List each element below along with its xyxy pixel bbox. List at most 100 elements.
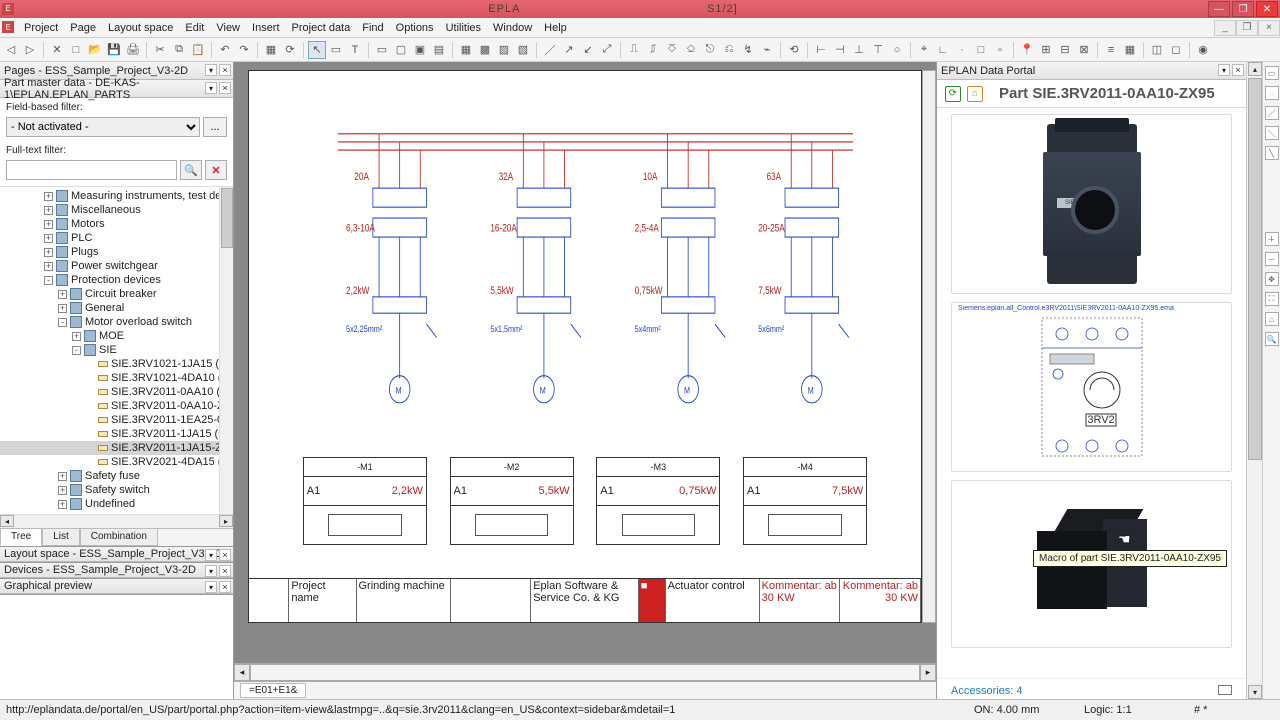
tb-refresh[interactable]: ⟲ <box>785 41 803 59</box>
tree-node[interactable]: +Plugs <box>0 245 233 259</box>
panel-header-layout-space[interactable]: Layout space - ESS_Sample_Project_V3-2D … <box>0 546 233 562</box>
tb-line3[interactable]: ↙ <box>579 41 597 59</box>
tree-leaf[interactable]: SIE.3RV2011-1EA25-0 <box>0 413 233 427</box>
tree-leaf[interactable]: SIE.3RV1021-1JA15 (M <box>0 357 233 371</box>
menu-insert[interactable]: Insert <box>246 20 286 36</box>
menu-help[interactable]: Help <box>538 20 573 36</box>
tb-rect3[interactable]: ▣ <box>411 41 429 59</box>
tb-prev[interactable]: ◁ <box>2 41 20 59</box>
tb-cap[interactable]: ⊢ <box>812 41 830 59</box>
pin-icon[interactable]: ▾ <box>205 64 217 76</box>
expander-icon[interactable]: + <box>58 472 67 481</box>
tb-g3[interactable]: ▨ <box>495 41 513 59</box>
hscroll-right[interactable]: ▸ <box>920 664 936 681</box>
tb-redo[interactable]: ↷ <box>235 41 253 59</box>
accessories-link[interactable]: Accessories: 4 <box>951 685 1023 697</box>
rtool-5[interactable]: ╲ <box>1265 146 1279 160</box>
scroll-down-icon[interactable]: ▾ <box>1248 685 1262 699</box>
tb-undo[interactable]: ↶ <box>216 41 234 59</box>
expander-icon[interactable]: - <box>44 276 53 285</box>
tree-node[interactable]: +Circuit breaker <box>0 287 233 301</box>
tb-cont[interactable]: ⊤ <box>869 41 887 59</box>
tree-node[interactable]: +Safety fuse <box>0 469 233 483</box>
menu-window[interactable]: Window <box>487 20 538 36</box>
tb-w3[interactable]: ⎏ <box>663 41 681 59</box>
tb-new[interactable]: □ <box>67 41 85 59</box>
tb-x2[interactable]: ⊟ <box>1056 41 1074 59</box>
expander-icon[interactable]: + <box>44 220 53 229</box>
tb-g1[interactable]: ▦ <box>457 41 475 59</box>
rtool-1[interactable]: ▭ <box>1265 66 1279 80</box>
tree-node[interactable]: -Protection devices <box>0 273 233 287</box>
tree-node[interactable]: +PLC <box>0 231 233 245</box>
tb-grid[interactable]: ▦ <box>1121 41 1139 59</box>
tb-help[interactable]: ◉ <box>1194 41 1212 59</box>
mdi-minimize[interactable]: _ <box>1214 20 1236 36</box>
tb-res[interactable]: ⊣ <box>831 41 849 59</box>
tree-node[interactable]: -SIE <box>0 343 233 357</box>
expander-icon[interactable]: + <box>58 500 67 509</box>
pin-icon[interactable]: ▾ <box>205 565 217 577</box>
schematic-canvas[interactable]: 20A6,3-10A2,2kW5x2,25mm²M32A16-20A5,5kW5… <box>248 70 922 623</box>
page-tab[interactable]: =E01+E1& <box>240 683 306 698</box>
tb-pt[interactable]: · <box>953 41 971 59</box>
panel-header-data-portal[interactable]: EPLAN Data Portal ▾ × <box>937 62 1246 80</box>
rtool-3[interactable]: ／ <box>1265 106 1279 120</box>
tree-leaf[interactable]: SIE.3RV1021-4DA10 (I <box>0 371 233 385</box>
menu-edit[interactable]: Edit <box>179 20 210 36</box>
tb-sq2[interactable]: ▫ <box>991 41 1009 59</box>
menu-layout-space[interactable]: Layout space <box>102 20 179 36</box>
close-icon[interactable]: × <box>219 82 231 94</box>
maximize-button[interactable]: ❐ <box>1232 1 1254 17</box>
drawing-vscrollbar[interactable] <box>922 70 936 623</box>
tb-update[interactable]: ⟳ <box>281 41 299 59</box>
field-filter-more-button[interactable]: ... <box>203 117 227 137</box>
tb-w1[interactable]: ⎍ <box>625 41 643 59</box>
tb-save[interactable]: 💾 <box>105 41 123 59</box>
tb-open[interactable]: 📂 <box>86 41 104 59</box>
tb-rect[interactable]: ▭ <box>373 41 391 59</box>
tb-device[interactable]: ▭ <box>327 41 345 59</box>
tb-w2[interactable]: ⎎ <box>644 41 662 59</box>
tree-node[interactable]: +MOE <box>0 329 233 343</box>
tb-p1[interactable]: ◫ <box>1148 41 1166 59</box>
field-filter-select[interactable]: - Not activated - <box>6 117 200 137</box>
rtool-4[interactable]: ＼ <box>1265 126 1279 140</box>
part-symbol-card[interactable]: Siemens.eplan.all_Control.e3RV2011\SIE3R… <box>951 302 1232 472</box>
expander-icon[interactable]: + <box>44 234 53 243</box>
tab-combination[interactable]: Combination <box>80 529 158 546</box>
expander-icon[interactable]: + <box>44 262 53 271</box>
tree-node[interactable]: +Power switchgear <box>0 259 233 273</box>
close-icon[interactable]: × <box>1232 64 1244 76</box>
tb-w7[interactable]: ↯ <box>739 41 757 59</box>
tb-p2[interactable]: ◻ <box>1167 41 1185 59</box>
tree-hscrollbar[interactable]: ◂ ▸ <box>0 514 233 528</box>
expander-icon[interactable]: + <box>58 486 67 495</box>
close-icon[interactable]: × <box>219 549 231 561</box>
tb-rect4[interactable]: ▤ <box>430 41 448 59</box>
rtool-fit[interactable]: ⛶ <box>1265 292 1279 306</box>
tb-w5[interactable]: ⎋ <box>701 41 719 59</box>
tb-rect2[interactable]: ▢ <box>392 41 410 59</box>
tree-node[interactable]: +Motors <box>0 217 233 231</box>
tree-leaf[interactable]: SIE.3RV2011-1JA15-Z <box>0 441 233 455</box>
tb-next[interactable]: ▷ <box>21 41 39 59</box>
app-menu-icon[interactable]: E <box>2 21 14 33</box>
tree-vscrollbar[interactable] <box>219 187 233 514</box>
menu-options[interactable]: Options <box>390 20 440 36</box>
tb-x3[interactable]: ⊠ <box>1075 41 1093 59</box>
close-button[interactable]: ✕ <box>1256 1 1278 17</box>
rtool-zoom-in[interactable]: ＋ <box>1265 232 1279 246</box>
tb-w8[interactable]: ⌁ <box>758 41 776 59</box>
tb-w6[interactable]: ⎌ <box>720 41 738 59</box>
tree-node[interactable]: -Motor overload switch <box>0 315 233 329</box>
tb-cursor[interactable]: ↖ <box>308 41 326 59</box>
expander-icon[interactable]: + <box>58 304 67 313</box>
tb-cut[interactable]: ✂ <box>151 41 169 59</box>
minimize-button[interactable]: — <box>1208 1 1230 17</box>
close-icon[interactable]: × <box>219 581 231 593</box>
tb-copy[interactable]: ⧉ <box>170 41 188 59</box>
mdi-close[interactable]: × <box>1258 20 1280 36</box>
tb-g4[interactable]: ▧ <box>514 41 532 59</box>
accessories-grid-icon[interactable] <box>1218 685 1232 695</box>
